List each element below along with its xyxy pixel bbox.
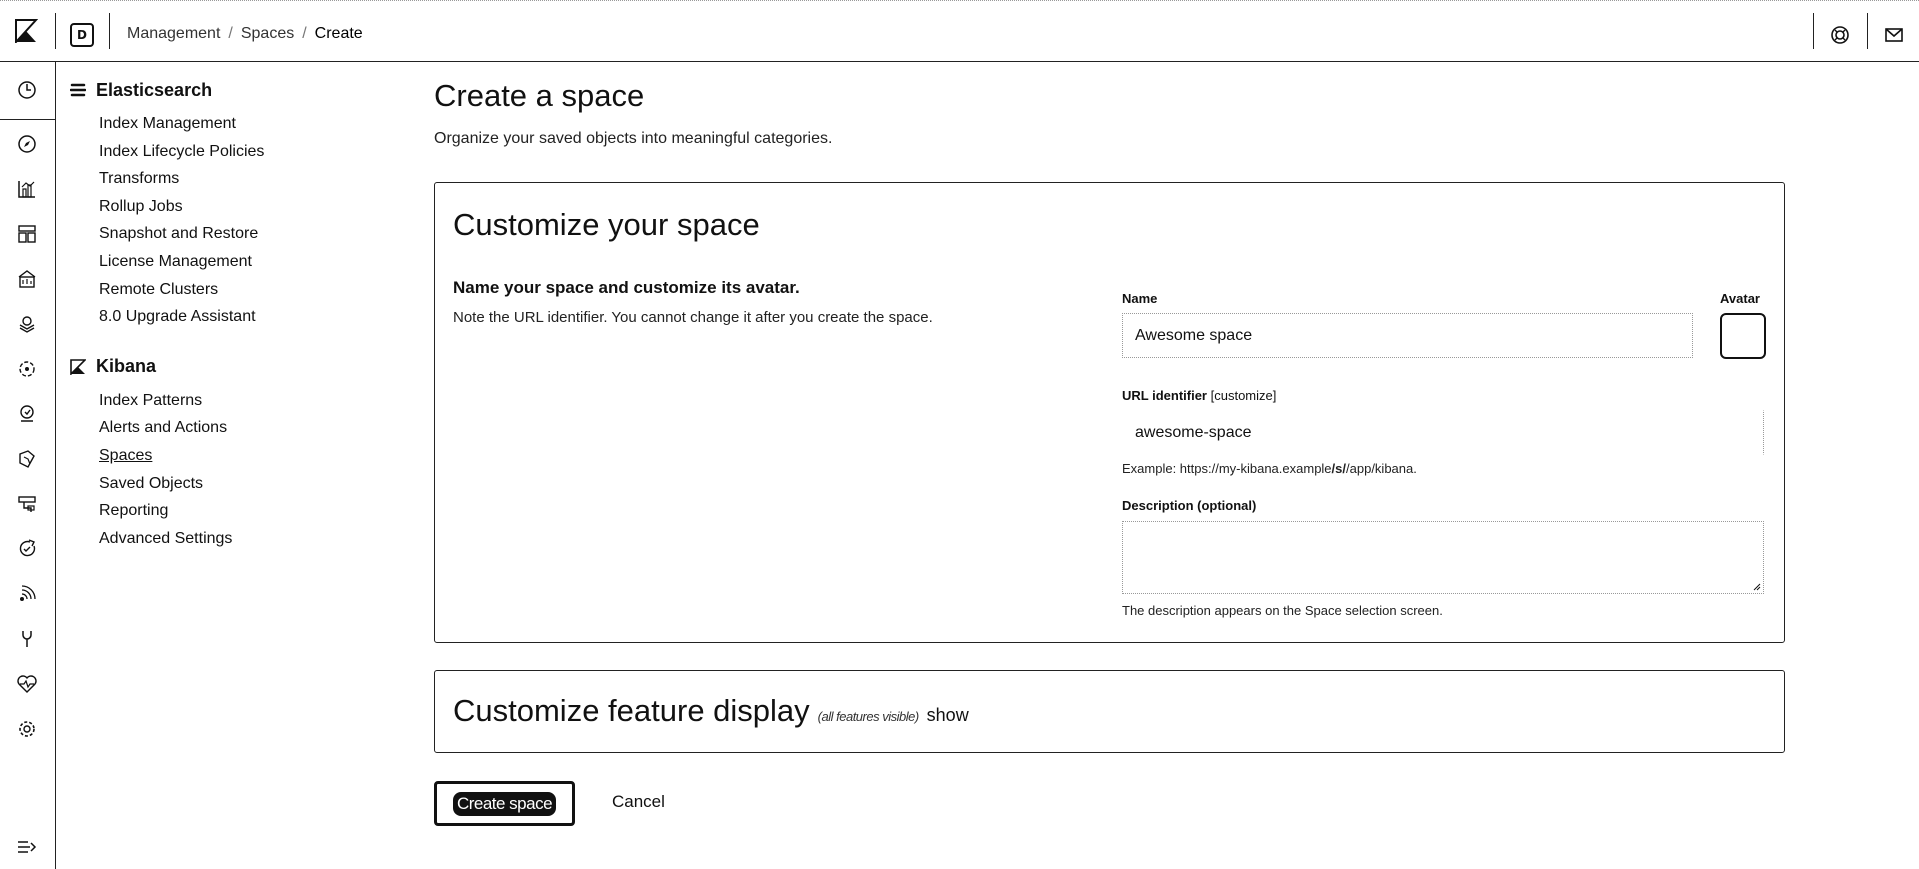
page-title: Create a space bbox=[434, 78, 645, 113]
create-space-label: Create space bbox=[452, 791, 557, 816]
menu-item-spaces[interactable]: Spaces bbox=[99, 442, 370, 470]
breadcrumb-separator: / bbox=[302, 25, 307, 42]
canvas-icon[interactable] bbox=[16, 268, 38, 290]
show-features-link[interactable]: show bbox=[927, 705, 969, 726]
menu-item-upgrade-assistant[interactable]: 8.0 Upgrade Assistant bbox=[99, 303, 370, 331]
header-divider bbox=[109, 13, 110, 49]
name-label: Name bbox=[1122, 291, 1158, 306]
main-content: Create a space Organize your saved objec… bbox=[434, 78, 1785, 826]
visualize-icon[interactable] bbox=[16, 178, 38, 200]
avatar-picker[interactable] bbox=[1720, 313, 1766, 359]
recent-icon[interactable] bbox=[16, 79, 38, 101]
url-example-suffix: /app/kibana. bbox=[1346, 461, 1417, 476]
space-avatar[interactable]: D bbox=[70, 23, 94, 47]
url-example-prefix: Example: https://my-kibana.example bbox=[1122, 461, 1332, 476]
breadcrumb-separator: / bbox=[228, 25, 233, 42]
description-textarea[interactable] bbox=[1122, 521, 1764, 594]
stack-monitoring-icon[interactable] bbox=[16, 673, 38, 695]
mail-icon[interactable] bbox=[1882, 23, 1906, 47]
kibana-menu: Index Patterns Alerts and Actions Spaces… bbox=[99, 387, 370, 553]
dashboard-icon[interactable] bbox=[16, 223, 38, 245]
kibana-group-title: Kibana bbox=[70, 355, 370, 379]
breadcrumb: Management / Spaces / Create bbox=[127, 25, 363, 43]
customize-heading: Name your space and customize its avatar… bbox=[453, 278, 800, 297]
menu-item-alerts-actions[interactable]: Alerts and Actions bbox=[99, 414, 370, 442]
siem-icon[interactable] bbox=[16, 403, 38, 425]
menu-item-snapshot-restore[interactable]: Snapshot and Restore bbox=[99, 220, 370, 248]
description-help: The description appears on the Space sel… bbox=[1122, 603, 1443, 618]
customize-note: Note the URL identifier. You cannot chan… bbox=[453, 309, 933, 326]
maps-icon[interactable] bbox=[16, 313, 38, 335]
apm-icon[interactable] bbox=[16, 538, 38, 560]
url-identifier-label-text: URL identifier bbox=[1122, 388, 1207, 403]
feature-display-title: Customize feature display (all features … bbox=[453, 693, 969, 729]
description-label: Description (optional) bbox=[1122, 498, 1257, 513]
menu-item-license-management[interactable]: License Management bbox=[99, 248, 370, 276]
cancel-button[interactable]: Cancel bbox=[612, 792, 665, 812]
header-divider bbox=[1867, 13, 1868, 49]
menu-item-index-patterns[interactable]: Index Patterns bbox=[99, 387, 370, 415]
kibana-label: Kibana bbox=[96, 356, 157, 377]
menu-item-remote-clusters[interactable]: Remote Clusters bbox=[99, 276, 370, 304]
feature-display-title-text: Customize feature display bbox=[453, 693, 810, 728]
menu-item-rollup-jobs[interactable]: Rollup Jobs bbox=[99, 193, 370, 221]
discover-icon[interactable] bbox=[16, 133, 38, 155]
resize-handle-icon[interactable] bbox=[1753, 583, 1761, 591]
feature-display-panel: Customize feature display (all features … bbox=[434, 670, 1785, 753]
menu-item-index-management[interactable]: Index Management bbox=[99, 110, 370, 138]
elasticsearch-label: Elasticsearch bbox=[96, 79, 213, 100]
top-header: D Management / Spaces / Create bbox=[0, 0, 1919, 62]
breadcrumb-spaces[interactable]: Spaces bbox=[241, 25, 294, 43]
page-subtitle: Organize your saved objects into meaning… bbox=[434, 130, 833, 147]
collapse-nav-icon[interactable] bbox=[16, 838, 38, 856]
elasticsearch-logo-icon bbox=[70, 83, 86, 97]
uptime-icon[interactable] bbox=[16, 583, 38, 605]
breadcrumb-management[interactable]: Management bbox=[127, 25, 220, 43]
management-sidenav: Elasticsearch Index Management Index Lif… bbox=[70, 78, 370, 552]
url-customize-link[interactable]: [customize] bbox=[1211, 388, 1277, 403]
url-identifier-input[interactable]: awesome-space bbox=[1122, 410, 1764, 455]
elasticsearch-group-title: Elasticsearch bbox=[70, 78, 370, 102]
menu-item-transforms[interactable]: Transforms bbox=[99, 165, 370, 193]
dev-tools-icon[interactable] bbox=[16, 628, 38, 650]
ml-icon[interactable] bbox=[16, 358, 38, 380]
logs-icon[interactable] bbox=[16, 448, 38, 470]
kibana-logo-icon[interactable] bbox=[14, 19, 38, 43]
header-divider bbox=[1813, 13, 1814, 49]
breadcrumb-create: Create bbox=[314, 25, 363, 42]
menu-item-advanced-settings[interactable]: Advanced Settings bbox=[99, 525, 370, 553]
header-divider bbox=[55, 13, 56, 49]
elasticsearch-menu: Index Management Index Lifecycle Policie… bbox=[99, 110, 370, 331]
customize-space-title: Customize your space bbox=[453, 207, 760, 242]
create-space-button[interactable]: Create space bbox=[434, 781, 575, 826]
management-icon[interactable] bbox=[16, 718, 38, 740]
url-example-bold: /s/ bbox=[1331, 461, 1347, 476]
url-example-help: Example: https://my-kibana.example/s//ap… bbox=[1122, 461, 1417, 476]
name-input[interactable]: Awesome space bbox=[1122, 313, 1693, 358]
help-icon[interactable] bbox=[1828, 23, 1852, 47]
customize-space-panel: Customize your space Name your space and… bbox=[434, 182, 1785, 643]
kibana-logo-icon bbox=[70, 358, 86, 375]
menu-item-saved-objects[interactable]: Saved Objects bbox=[99, 470, 370, 498]
features-visible-note: (all features visible) bbox=[817, 709, 920, 724]
menu-item-reporting[interactable]: Reporting bbox=[99, 497, 370, 525]
avatar-label: Avatar bbox=[1720, 291, 1760, 306]
url-identifier-label: URL identifier [customize] bbox=[1122, 388, 1276, 403]
menu-item-index-lifecycle-policies[interactable]: Index Lifecycle Policies bbox=[99, 138, 370, 166]
metrics-icon[interactable] bbox=[16, 493, 38, 515]
